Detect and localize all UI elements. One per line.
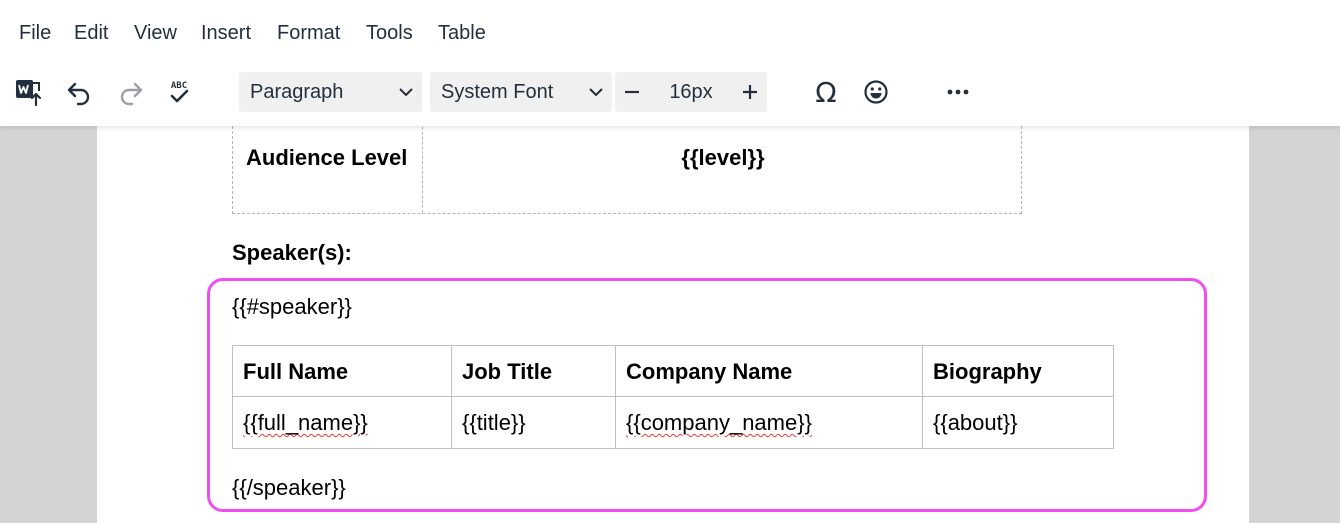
menu-format[interactable]: Format — [277, 22, 340, 45]
menu-table[interactable]: Table — [438, 22, 486, 45]
speaker-table: Full Name Job Title Company Name Biograp… — [232, 345, 1114, 449]
special-character-button[interactable]: Ω — [806, 72, 846, 112]
speaker-open-tag: {{#speaker}} — [232, 294, 352, 319]
emoji-icon — [864, 80, 888, 104]
block-format-value: Paragraph — [250, 81, 344, 103]
chevron-down-icon — [589, 88, 603, 97]
redo-button[interactable] — [111, 72, 151, 112]
editor-header: File Edit View Insert Format Tools Table — [0, 0, 1340, 126]
full-name-placeholder: {{full_name}} — [243, 410, 368, 435]
header-company-name: Company Name — [616, 346, 923, 397]
menu-view[interactable]: View — [134, 22, 177, 45]
undo-icon — [67, 82, 90, 106]
menu-tools[interactable]: Tools — [366, 22, 413, 45]
menu-file[interactable]: File — [19, 22, 51, 45]
table-row: {{full_name}} {{title}} {{company_name}}… — [233, 397, 1113, 448]
speakers-heading: Speaker(s): — [232, 240, 352, 265]
font-size-input[interactable]: 16px — [655, 72, 727, 112]
font-size-stepper: 16px — [615, 72, 767, 112]
special-character-icon: Ω — [815, 75, 837, 109]
chevron-down-icon — [399, 88, 413, 97]
spellcheck-icon: ABC — [170, 81, 189, 103]
cell-full-name: {{full_name}} — [233, 397, 452, 448]
header-job-title: Job Title — [452, 346, 616, 397]
audience-level-value: {{level}} — [681, 145, 765, 170]
menu-insert[interactable]: Insert — [201, 22, 251, 45]
audience-level-label: Audience Level — [246, 145, 408, 170]
document-page[interactable]: Audience Level {{level}} Speaker(s): {{#… — [97, 116, 1249, 523]
block-format-select[interactable]: Paragraph — [239, 72, 422, 112]
font-size-decrease-button[interactable] — [615, 72, 649, 112]
minus-icon — [625, 90, 639, 94]
speaker-close-tag: {{/speaker}} — [232, 475, 346, 500]
menubar: File Edit View Insert Format Tools Table — [0, 0, 1340, 70]
font-size-increase-button[interactable] — [733, 72, 767, 112]
font-family-value: System Font — [441, 81, 554, 103]
redo-icon — [120, 82, 143, 106]
audience-level-table: Audience Level {{level}} — [232, 116, 1022, 214]
emoji-button[interactable] — [856, 72, 896, 112]
header-full-name: Full Name — [233, 346, 452, 397]
more-button[interactable] — [938, 72, 978, 112]
cell-job-title: {{title}} — [452, 397, 616, 448]
undo-button[interactable] — [59, 72, 99, 112]
plus-icon — [743, 85, 757, 99]
toolbar: ABC Paragraph System Font 16px Ω — [0, 70, 1340, 126]
word-export-icon — [16, 80, 42, 107]
font-family-select[interactable]: System Font — [430, 72, 612, 112]
more-icon — [947, 89, 969, 95]
svg-text:ABC: ABC — [171, 81, 187, 91]
cell-biography: {{about}} — [933, 410, 1018, 435]
header-biography: Biography — [933, 359, 1042, 384]
table-header-row: Full Name Job Title Company Name Biograp… — [233, 346, 1113, 397]
spellcheck-button[interactable]: ABC — [159, 72, 199, 112]
menu-edit[interactable]: Edit — [74, 22, 108, 45]
cell-company-name: {{company_name}} — [616, 397, 923, 448]
word-export-button[interactable] — [9, 72, 49, 112]
company-name-placeholder: {{company_name}} — [626, 410, 812, 435]
